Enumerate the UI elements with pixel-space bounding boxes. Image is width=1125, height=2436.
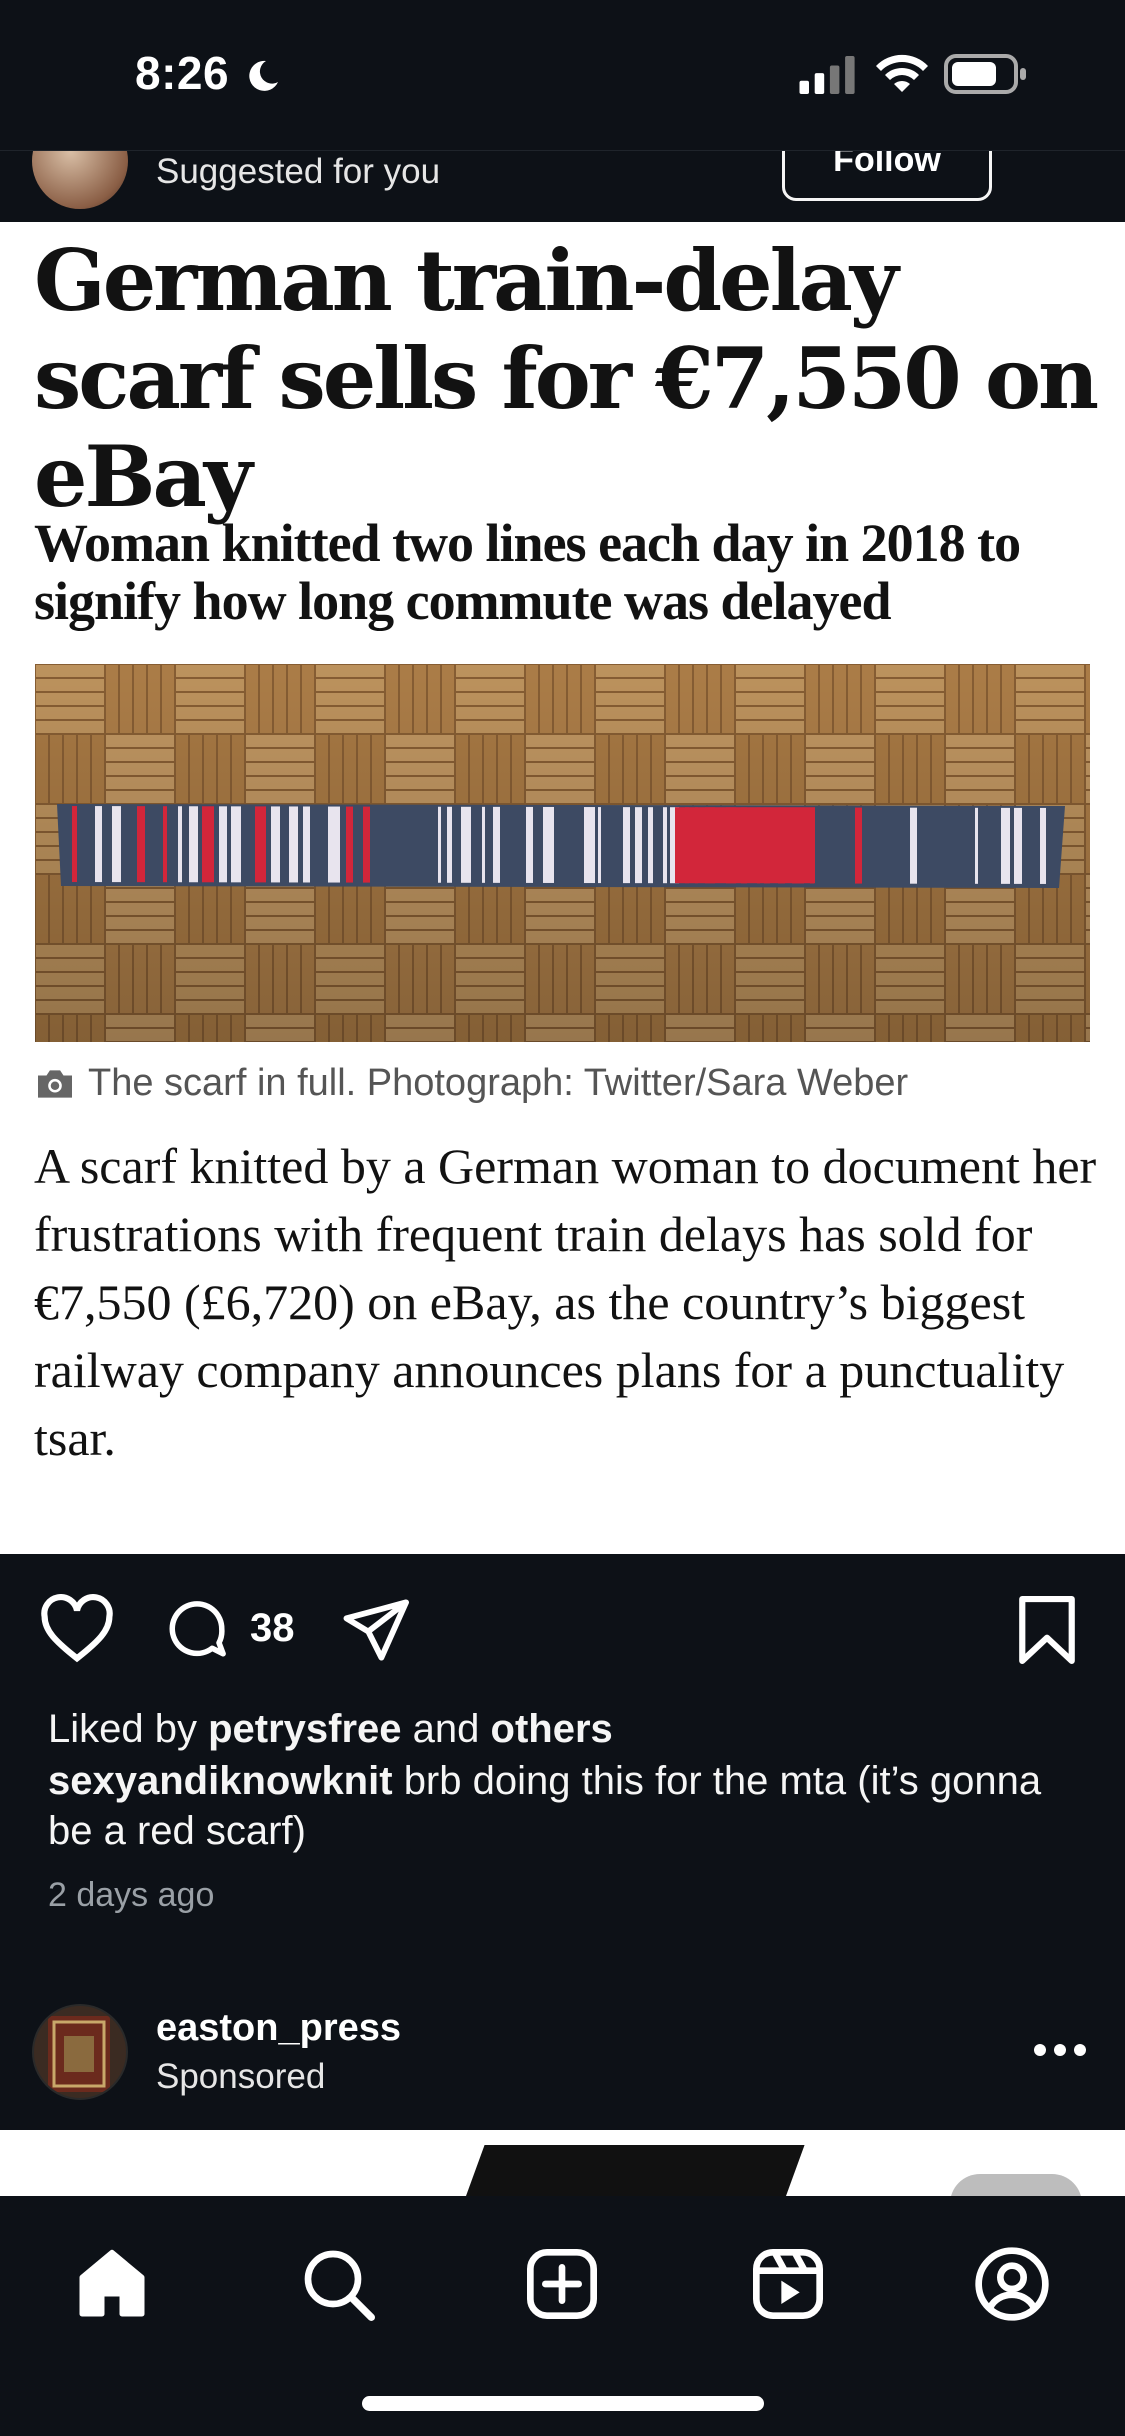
profile-icon[interactable] — [972, 2244, 1052, 2324]
post-caption: sexyandiknowknit brb doing this for the … — [48, 1756, 1078, 1856]
scarf-illustration — [57, 804, 1065, 888]
scarf-stripe — [598, 807, 601, 884]
camera-icon — [38, 1069, 72, 1098]
status-bar: 8:26 — [0, 0, 1125, 150]
article-standfirst: Woman knitted two lines each day in 2018… — [34, 513, 1021, 631]
avatar[interactable] — [32, 151, 128, 209]
scarf-stripe — [543, 806, 554, 883]
home-indicator — [362, 2396, 764, 2411]
scarf-stripe — [855, 807, 862, 884]
scarf-stripe — [289, 806, 298, 883]
scarf-photo — [35, 664, 1090, 1042]
article-headline: German train-delay scarf sells for €7,55… — [34, 231, 1099, 526]
scarf-stripe — [1014, 807, 1022, 884]
reels-icon[interactable] — [748, 2244, 828, 2324]
scarf-stripe — [461, 806, 471, 883]
scarf-stripe — [663, 807, 667, 884]
scarf-stripe — [635, 807, 642, 884]
scarf-stripe — [137, 806, 145, 883]
next-post-shape — [455, 2145, 805, 2196]
sponsor-avatar[interactable] — [32, 2004, 128, 2100]
scarf-stripe — [231, 806, 241, 883]
scarf-stripe — [1040, 807, 1046, 884]
scarf-stripe — [178, 806, 182, 883]
photo-caption: The scarf in full. Photograph: Twitter/S… — [34, 1062, 908, 1105]
post-header: Suggested for you Follow — [0, 150, 1125, 222]
scarf-stripe — [95, 806, 102, 883]
bookmark-icon[interactable] — [1016, 1596, 1078, 1664]
scarf-stripe — [584, 807, 595, 884]
scarf-stripe — [447, 806, 452, 883]
scarf-stripe — [202, 806, 214, 883]
search-icon[interactable] — [298, 2244, 378, 2324]
book-illustration — [34, 2006, 126, 2098]
sponsored-label: Sponsored — [156, 2057, 326, 2096]
scarf-stripe — [493, 806, 500, 883]
more-options-icon[interactable] — [1032, 2030, 1088, 2070]
scarf-stripe — [363, 806, 370, 883]
suggested-label: Suggested for you — [156, 152, 441, 191]
scarf-stripe — [526, 806, 533, 883]
article-body: A scarf knitted by a German woman to doc… — [34, 1138, 1097, 1466]
share-icon[interactable] — [342, 1598, 412, 1662]
scarf-stripe — [72, 806, 77, 883]
home-icon[interactable] — [72, 2244, 152, 2324]
comment-count: 38 — [250, 1606, 295, 1650]
sponsor-username[interactable]: easton_press — [156, 2007, 401, 2050]
scarf-stripe — [189, 806, 198, 883]
moon-icon — [249, 60, 278, 91]
scarf-stripe — [623, 807, 630, 884]
cellular-signal-icon — [799, 56, 855, 94]
status-time: 8:26 — [135, 47, 230, 99]
follow-button[interactable]: Follow — [782, 151, 992, 201]
post-timestamp: 2 days ago — [48, 1876, 215, 1914]
scarf-stripe — [975, 807, 978, 884]
likes-connector: and — [412, 1707, 480, 1751]
comment-icon[interactable] — [164, 1596, 230, 1662]
battery-icon — [944, 54, 1026, 94]
post-action-bar: 38 — [0, 1554, 1125, 1704]
liked-by-user-link[interactable]: petrysfree — [208, 1707, 401, 1751]
scarf-stripe — [255, 806, 266, 883]
likes-line: Liked by petrysfree and others — [48, 1704, 613, 1754]
post-image[interactable]: German train-delay scarf sells for €7,55… — [0, 222, 1125, 1554]
wifi-icon — [876, 54, 928, 92]
create-icon[interactable] — [522, 2244, 602, 2324]
scarf-stripe — [163, 806, 167, 883]
heart-icon[interactable] — [40, 1594, 114, 1664]
caption-username-link[interactable]: sexyandiknowknit — [48, 1759, 393, 1803]
next-post-pill — [950, 2174, 1082, 2196]
likes-prefix: Liked by — [48, 1707, 197, 1751]
scarf-stripe — [910, 807, 917, 884]
scarf-stripe — [648, 807, 653, 884]
scarf-stripe — [271, 806, 280, 883]
scarf-stripe — [328, 806, 340, 883]
scarf-stripe — [219, 806, 227, 883]
scarf-stripe — [675, 807, 815, 884]
scarf-stripe — [438, 806, 441, 883]
scarf-stripe — [1001, 807, 1010, 884]
scarf-stripe — [346, 806, 353, 883]
scarf-stripe — [112, 806, 121, 883]
scarf-stripe — [482, 806, 485, 883]
photo-caption-text: The scarf in full. Photograph: Twitter/S… — [88, 1062, 909, 1104]
scarf-stripe — [303, 806, 310, 883]
sponsored-post-image[interactable] — [0, 2130, 1125, 2196]
liked-by-others-link[interactable]: others — [491, 1707, 613, 1751]
